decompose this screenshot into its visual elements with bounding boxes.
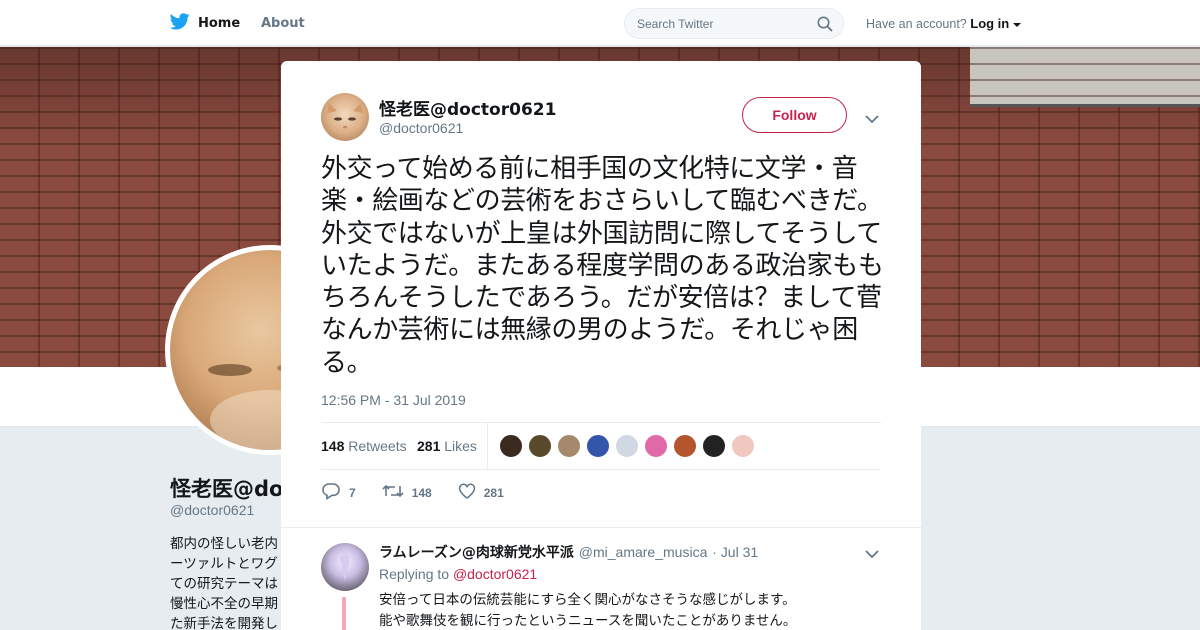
reply-count: 7 xyxy=(349,485,356,500)
liker-avatar[interactable] xyxy=(615,434,639,458)
reply-icon xyxy=(321,482,341,503)
liker-avatar[interactable] xyxy=(499,434,523,458)
reply-text: 安倍って日本の伝統芸能にすら全く関心がなさそうな感じがします。 能や歌舞伎を観に… xyxy=(379,590,796,630)
tweet-author-handle[interactable]: @doctor0621 xyxy=(379,120,463,136)
liker-avatar[interactable] xyxy=(673,434,697,458)
liker-avatar[interactable] xyxy=(586,434,610,458)
liker-avatar[interactable] xyxy=(702,434,726,458)
retweet-count: 148 xyxy=(411,485,432,500)
liker-avatar[interactable] xyxy=(731,434,755,458)
liker-avatar[interactable] xyxy=(528,434,552,458)
liker-avatar[interactable] xyxy=(557,434,581,458)
stats-divider xyxy=(487,423,488,470)
reply-author-name[interactable]: ラムレーズン@肉球新党水平派 xyxy=(379,545,574,561)
divider xyxy=(281,527,921,528)
heart-icon xyxy=(458,483,476,502)
likes-label: Likes xyxy=(444,438,477,454)
replying-to-link[interactable]: @doctor0621 xyxy=(453,566,537,582)
thread-line xyxy=(342,597,346,630)
close-icon[interactable] xyxy=(1150,10,1178,38)
tweet-modal: 怪老医@doctor0621 @doctor0621 Follow 外交って始め… xyxy=(281,61,921,630)
liker-avatar[interactable] xyxy=(644,434,668,458)
retweet-action[interactable]: 148 xyxy=(382,482,432,503)
chevron-down-icon[interactable] xyxy=(865,544,879,563)
reply-author-handle[interactable]: @mi_amare_musica xyxy=(579,544,708,560)
reply-action[interactable]: 7 xyxy=(321,482,356,503)
tweet-text: 外交って始める前に相手国の文化特に文学・音楽・絵画などの芸術をおさらいして臨むべ… xyxy=(321,154,884,378)
retweets-stat[interactable]: 148 Retweets xyxy=(321,438,407,454)
reply-author-avatar[interactable] xyxy=(321,543,369,591)
tweet-actions: 7 148 281 xyxy=(321,482,530,503)
reply-date[interactable]: · Jul 31 xyxy=(712,544,758,560)
retweets-count: 148 xyxy=(321,438,345,454)
like-action[interactable]: 281 xyxy=(458,482,504,503)
likes-stat[interactable]: 281 Likes xyxy=(417,438,477,454)
chevron-down-icon[interactable] xyxy=(865,109,879,128)
reply-line: 能や歌舞伎を観に行ったというニュースを聞いたことがありません。 xyxy=(379,612,797,629)
liker-avatars xyxy=(499,434,755,458)
replying-to: Replying to @doctor0621 xyxy=(379,566,537,582)
tweet-author-avatar[interactable] xyxy=(321,93,369,141)
like-count: 281 xyxy=(483,485,504,500)
reply-header: ラムレーズン@肉球新党水平派 @mi_amare_musica · Jul 31 xyxy=(379,542,758,562)
tweet-timestamp[interactable]: 12:56 PM - 31 Jul 2019 xyxy=(321,392,466,408)
retweet-icon xyxy=(382,483,404,502)
tweet-stats: 148 Retweets 281 Likes xyxy=(321,422,881,470)
retweets-label: Retweets xyxy=(348,438,407,454)
follow-button[interactable]: Follow xyxy=(742,97,847,133)
likes-count: 281 xyxy=(417,438,441,454)
reply-line: 安倍って日本の伝統芸能にすら全く関心がなさそうな感じがします。 xyxy=(379,592,796,608)
tweet-author-name[interactable]: 怪老医@doctor0621 xyxy=(379,95,556,120)
replying-to-label: Replying to xyxy=(379,566,450,582)
